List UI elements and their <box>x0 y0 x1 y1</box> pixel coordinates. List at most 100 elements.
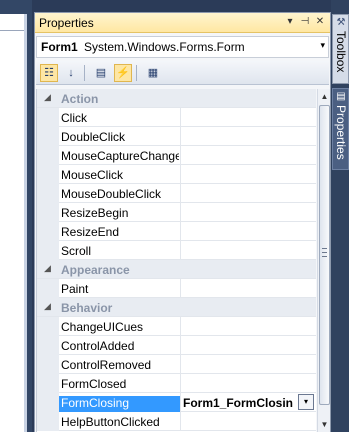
event-row[interactable]: DoubleClick <box>37 127 316 146</box>
collapse-caret-icon[interactable]: ◢ <box>44 263 51 274</box>
row-gutter <box>37 146 59 165</box>
category-row[interactable]: ◢ Behavior <box>37 298 316 317</box>
category-label: Appearance <box>61 263 130 277</box>
column-divider <box>180 146 181 165</box>
event-name[interactable]: Paint <box>61 282 179 298</box>
toolbox-icon: ⚒ <box>336 17 346 28</box>
event-row[interactable]: FormClosed <box>37 374 316 393</box>
row-gutter <box>37 279 59 298</box>
properties-icon[interactable]: ▤ <box>92 64 110 82</box>
close-icon[interactable]: ✕ <box>313 15 327 29</box>
row-gutter <box>37 127 59 146</box>
category-label: Action <box>61 92 99 106</box>
vertical-scrollbar[interactable]: ▲ ▼ <box>317 89 330 432</box>
event-name[interactable]: MouseCaptureChanged <box>61 149 179 165</box>
row-gutter <box>37 374 59 393</box>
event-name[interactable]: ResizeBegin <box>61 206 179 222</box>
column-divider <box>180 203 181 222</box>
event-name[interactable]: ControlAdded <box>61 339 179 355</box>
editor-tab-line <box>0 30 24 31</box>
event-row[interactable]: ResizeBegin <box>37 203 316 222</box>
event-row[interactable]: Click <box>37 108 316 127</box>
category-row[interactable]: ◢ Action <box>37 89 316 108</box>
scroll-down-icon[interactable]: ▼ <box>319 419 330 431</box>
event-handler-value[interactable]: Form1_FormClosing <box>183 396 293 410</box>
properties-toolbar: ☷ ↓ ▤ ⚡ ▦ <box>36 61 329 85</box>
event-row[interactable]: FormClosing Form1_FormClosing ▾ <box>37 393 316 412</box>
category-row[interactable]: ◢ Appearance <box>37 260 316 279</box>
event-name[interactable]: MouseDoubleClick <box>61 187 179 203</box>
event-row[interactable]: ChangeUICues <box>37 317 316 336</box>
row-gutter <box>37 412 59 431</box>
event-row[interactable]: HelpButtonClicked <box>37 412 316 431</box>
tab-toolbox[interactable]: ⚒ Toolbox <box>332 14 349 84</box>
row-gutter <box>37 355 59 374</box>
row-gutter <box>37 336 59 355</box>
grip-icon <box>322 248 327 257</box>
event-row[interactable]: ResizeEnd <box>37 222 316 241</box>
category-label: Behavior <box>61 301 113 315</box>
event-row[interactable]: Paint <box>37 279 316 298</box>
event-name[interactable]: Scroll <box>61 244 179 260</box>
object-name: Form1 <box>41 40 78 54</box>
row-gutter <box>37 241 59 260</box>
event-name[interactable]: MouseClick <box>61 168 179 184</box>
row-gutter <box>37 222 59 241</box>
scroll-up-icon[interactable]: ▲ <box>319 91 330 103</box>
properties-window: Properties ▾ ⊣ ✕ Form1 System.Windows.Fo… <box>34 12 331 432</box>
event-name[interactable]: HelpButtonClicked <box>61 415 179 431</box>
event-row[interactable]: ControlAdded <box>37 336 316 355</box>
handler-dropdown-button[interactable]: ▾ <box>298 394 314 410</box>
object-type: System.Windows.Forms.Form <box>84 40 245 54</box>
row-gutter <box>37 203 59 222</box>
scrollbar-thumb[interactable] <box>319 105 330 405</box>
categorized-icon[interactable]: ☷ <box>40 64 58 82</box>
column-divider <box>180 165 181 184</box>
toolbar-separator <box>136 65 137 81</box>
events-icon[interactable]: ⚡ <box>114 64 132 82</box>
alphabetical-icon[interactable]: ↓ <box>62 64 80 82</box>
editor-document-area[interactable] <box>0 14 24 432</box>
event-name[interactable]: ResizeEnd <box>61 225 179 241</box>
column-divider <box>180 355 181 374</box>
event-name[interactable]: FormClosing <box>59 396 180 412</box>
properties-icon: ▤ <box>336 91 346 102</box>
event-name[interactable]: FormClosed <box>61 377 179 393</box>
chevron-down-icon[interactable]: ▾ <box>320 40 325 51</box>
column-divider <box>180 108 181 127</box>
column-divider <box>180 279 181 298</box>
column-divider <box>180 241 181 260</box>
row-gutter <box>37 184 59 203</box>
toolbar-separator <box>84 65 85 81</box>
object-selector-dropdown[interactable]: Form1 System.Windows.Forms.Form ▾ <box>36 36 329 58</box>
collapse-caret-icon[interactable]: ◢ <box>44 301 51 312</box>
column-divider <box>180 184 181 203</box>
event-name[interactable]: ChangeUICues <box>61 320 179 336</box>
column-divider <box>180 374 181 393</box>
row-gutter <box>37 165 59 184</box>
tab-toolbox-label: Toolbox <box>334 31 348 73</box>
event-row[interactable]: Scroll <box>37 241 316 260</box>
window-position-dropdown-icon[interactable]: ▾ <box>283 15 297 29</box>
auto-hide-pin-icon[interactable]: ⊣ <box>298 15 312 29</box>
editor-border <box>24 14 27 432</box>
row-gutter <box>37 393 59 412</box>
column-divider <box>180 222 181 241</box>
tab-properties[interactable]: ▤ Properties <box>332 88 349 170</box>
event-row[interactable]: MouseDoubleClick <box>37 184 316 203</box>
event-row[interactable]: MouseClick <box>37 165 316 184</box>
column-divider <box>180 127 181 146</box>
event-name[interactable]: ControlRemoved <box>61 358 179 374</box>
event-name[interactable]: DoubleClick <box>61 130 179 146</box>
row-gutter <box>37 108 59 127</box>
event-row[interactable]: ControlRemoved <box>37 355 316 374</box>
property-grid: ◢ Action Click DoubleClick MouseCaptureChang… <box>36 89 316 432</box>
column-divider <box>180 317 181 336</box>
event-row[interactable]: MouseCaptureChanged <box>37 146 316 165</box>
collapse-caret-icon[interactable]: ◢ <box>44 92 51 103</box>
row-gutter <box>37 317 59 336</box>
event-name[interactable]: Click <box>61 111 179 127</box>
properties-titlebar[interactable]: Properties ▾ ⊣ ✕ <box>35 13 330 33</box>
property-pages-icon[interactable]: ▦ <box>144 64 162 82</box>
column-divider <box>180 412 181 431</box>
